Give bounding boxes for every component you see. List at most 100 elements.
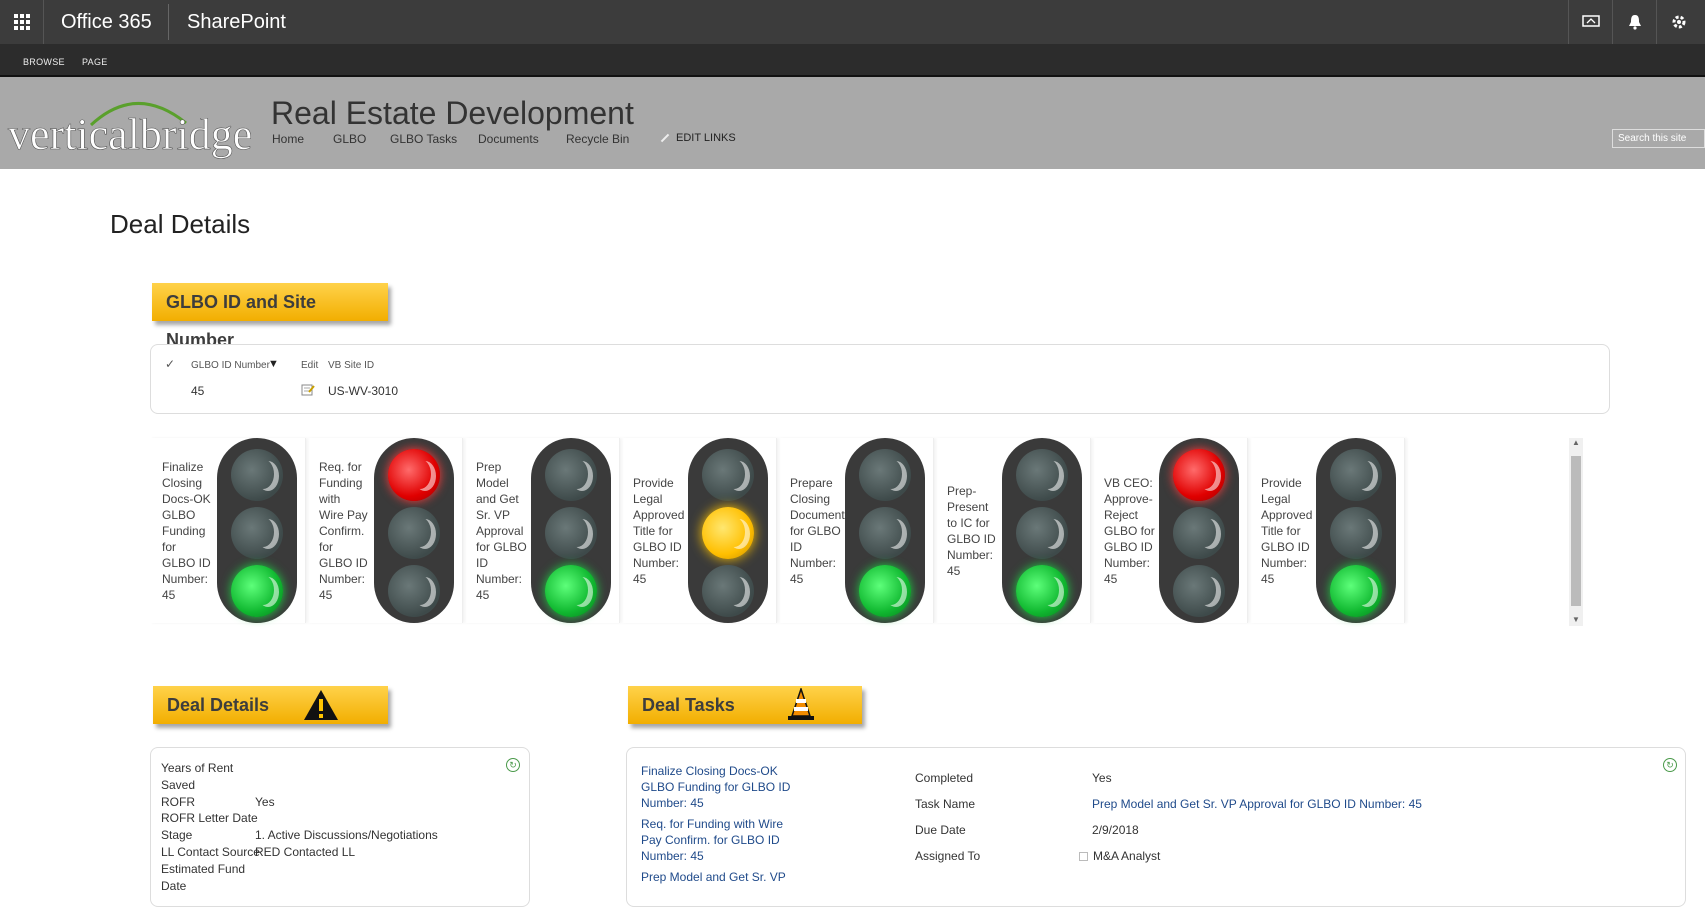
task-link-line: Prep Model and Get Sr. VP — [641, 870, 786, 884]
green-lamp-icon — [545, 565, 597, 617]
filter-icon[interactable]: ▼ — [268, 358, 279, 370]
ribbon: BROWSE PAGE — [0, 44, 1705, 77]
traffic-light-label-line: with — [319, 492, 341, 506]
sharepoint-brand[interactable]: SharePoint — [187, 0, 286, 44]
traffic-light-label-line: Prepare — [790, 476, 833, 490]
edit-links-button[interactable]: EDIT LINKS — [660, 132, 736, 144]
traffic-light-label-line: Number: — [1261, 556, 1308, 570]
tab-browse[interactable]: BROWSE — [23, 57, 65, 67]
traffic-light-label: Provide Legal Approved Title for GLBO ID Numb… — [1261, 475, 1312, 587]
traffic-light-label-line: Provide — [633, 476, 674, 490]
glbo-banner: GLBO ID and Site Number — [152, 283, 388, 350]
traffic-light-label-line: GLBO for — [1104, 524, 1155, 538]
deal-detail-label: Estimated Fund — [161, 861, 246, 876]
logo-text: verticalbridge — [8, 110, 251, 159]
red-lamp-icon — [545, 449, 597, 501]
deal-detail-label: ROFR Letter Date — [161, 811, 258, 826]
site-title[interactable]: Real Estate Development — [271, 95, 634, 132]
gear-icon[interactable] — [1656, 0, 1700, 44]
traffic-light-label-line: 45 — [1104, 572, 1118, 586]
traffic-light-group: Req. for Funding with Wire Pay Confirm. for GL… — [307, 438, 463, 623]
nav-recycle-bin[interactable]: Recycle Bin — [566, 132, 629, 146]
site-logo[interactable]: verticalbridge — [6, 91, 251, 163]
traffic-light-label-line: 45 — [790, 572, 804, 586]
app-launcher-icon[interactable] — [0, 0, 44, 44]
task-link-line: Number: 45 — [641, 796, 704, 810]
traffic-light-label-line: Documents — [790, 508, 851, 522]
bell-icon[interactable] — [1612, 0, 1656, 44]
traffic-light-group: Prep- Present to IC for GLBO ID Number: 45 — [935, 438, 1091, 623]
traffic-light-group: Finalize Closing Docs-OK GLBO Funding for GLBO… — [150, 438, 306, 623]
traffic-light-label-line: 45 — [476, 588, 490, 602]
traffic-light[interactable] — [1002, 438, 1082, 623]
yellow-lamp-icon — [231, 507, 283, 559]
traffic-light-label-line: 45 — [319, 588, 333, 602]
search-input[interactable]: Search this site — [1612, 129, 1705, 148]
deal-tasks-card: ↻ Finalize Closing Docs-OK GLBO Funding f… — [626, 747, 1686, 907]
nav-glbo-tasks[interactable]: GLBO Tasks — [390, 132, 457, 146]
scroll-up-icon[interactable]: ▲ — [1572, 438, 1580, 447]
traffic-light[interactable] — [531, 438, 611, 623]
deal-detail-label: Stage — [161, 828, 193, 843]
deal-detail-value: 1. Active Discussions/Negotiations — [255, 828, 438, 843]
traffic-light-label-line: Confirm. — [319, 524, 365, 538]
traffic-light-label-line: Funding — [319, 476, 363, 490]
traffic-light[interactable] — [688, 438, 768, 623]
traffic-light-label: Prep Model and Get Sr. VP Approval for GLBO ID… — [476, 459, 527, 603]
feedback-icon[interactable] — [1568, 0, 1612, 44]
task-detail-value: 2/9/2018 — [1092, 823, 1139, 837]
yellow-lamp-icon — [1173, 507, 1225, 559]
task-link[interactable]: Prep Model and Get Sr. VP — [641, 869, 786, 885]
nav-home[interactable]: Home — [272, 132, 304, 146]
task-detail-value[interactable]: Prep Model and Get Sr. VP Approval for G… — [1092, 796, 1422, 812]
green-lamp-icon — [231, 565, 283, 617]
traffic-light-group: Provide Legal Approved Title for GLBO ID Numb… — [621, 438, 777, 623]
task-link[interactable]: Finalize Closing Docs-OK GLBO Funding for… — [641, 763, 790, 811]
traffic-light-label-line: VB CEO: — [1104, 476, 1153, 490]
red-lamp-icon — [388, 449, 440, 501]
divider — [168, 4, 169, 40]
task-link-line: Pay Confirm. for GLBO ID — [641, 833, 780, 847]
nav-documents[interactable]: Documents — [478, 132, 539, 146]
nav-glbo[interactable]: GLBO — [333, 132, 366, 146]
traffic-light-label-line: for — [319, 540, 334, 554]
traffic-light[interactable] — [1159, 438, 1239, 623]
traffic-light[interactable] — [217, 438, 297, 623]
traffic-light-label-line: Title for — [1261, 524, 1301, 538]
task-detail-label: Task Name — [915, 797, 976, 811]
task-detail-label: Assigned To — [915, 849, 981, 863]
site-header: verticalbridge Real Estate Development H… — [0, 77, 1705, 169]
traffic-light[interactable] — [374, 438, 454, 623]
tab-page[interactable]: PAGE — [82, 57, 108, 67]
traffic-light[interactable] — [845, 438, 925, 623]
deal-tasks-banner-label: Deal Tasks — [642, 695, 735, 715]
traffic-light-label-line: Approved — [1261, 508, 1313, 522]
traffic-light[interactable] — [1316, 438, 1396, 623]
traffic-light-label: Finalize Closing Docs-OK GLBO Funding for GLBO… — [162, 459, 211, 603]
red-lamp-icon — [231, 449, 283, 501]
task-link-line: GLBO Funding for GLBO ID — [641, 780, 791, 794]
office365-brand[interactable]: Office 365 — [61, 0, 152, 44]
scroll-down-icon[interactable]: ▼ — [1572, 615, 1580, 624]
deal-tasks-banner: Deal Tasks — [628, 686, 862, 724]
deal-details-banner-label: Deal Details — [167, 695, 270, 715]
scrollbar[interactable]: ▲ ▼ — [1569, 438, 1583, 626]
refresh-icon[interactable]: ↻ — [506, 758, 520, 772]
site-id-value[interactable]: US-WV-3010 — [328, 384, 398, 398]
task-link[interactable]: Req. for Funding with Wire Pay Confirm. f… — [641, 816, 783, 864]
scrollbar-thumb[interactable] — [1571, 456, 1581, 606]
green-lamp-icon — [1330, 565, 1382, 617]
site-id-header[interactable]: VB Site ID — [328, 360, 374, 371]
yellow-lamp-icon — [388, 507, 440, 559]
traffic-light-strip: Finalize Closing Docs-OK GLBO Funding for GLBO… — [150, 438, 1430, 623]
refresh-icon[interactable]: ↻ — [1663, 758, 1677, 772]
traffic-light-label-line: Prep — [476, 460, 502, 474]
edit-item-icon[interactable] — [301, 383, 315, 399]
checkmark-icon[interactable]: ✓ — [165, 357, 175, 371]
task-detail-value: M&A Analyst — [1079, 848, 1160, 864]
glbo-id-header[interactable]: GLBO ID Number — [191, 360, 270, 371]
deal-detail-label: Saved — [161, 777, 196, 792]
traffic-light-label-line: Approved — [633, 508, 685, 522]
task-detail-label: Completed — [915, 771, 974, 785]
traffic-light-label-line: Docs-OK — [162, 492, 211, 506]
